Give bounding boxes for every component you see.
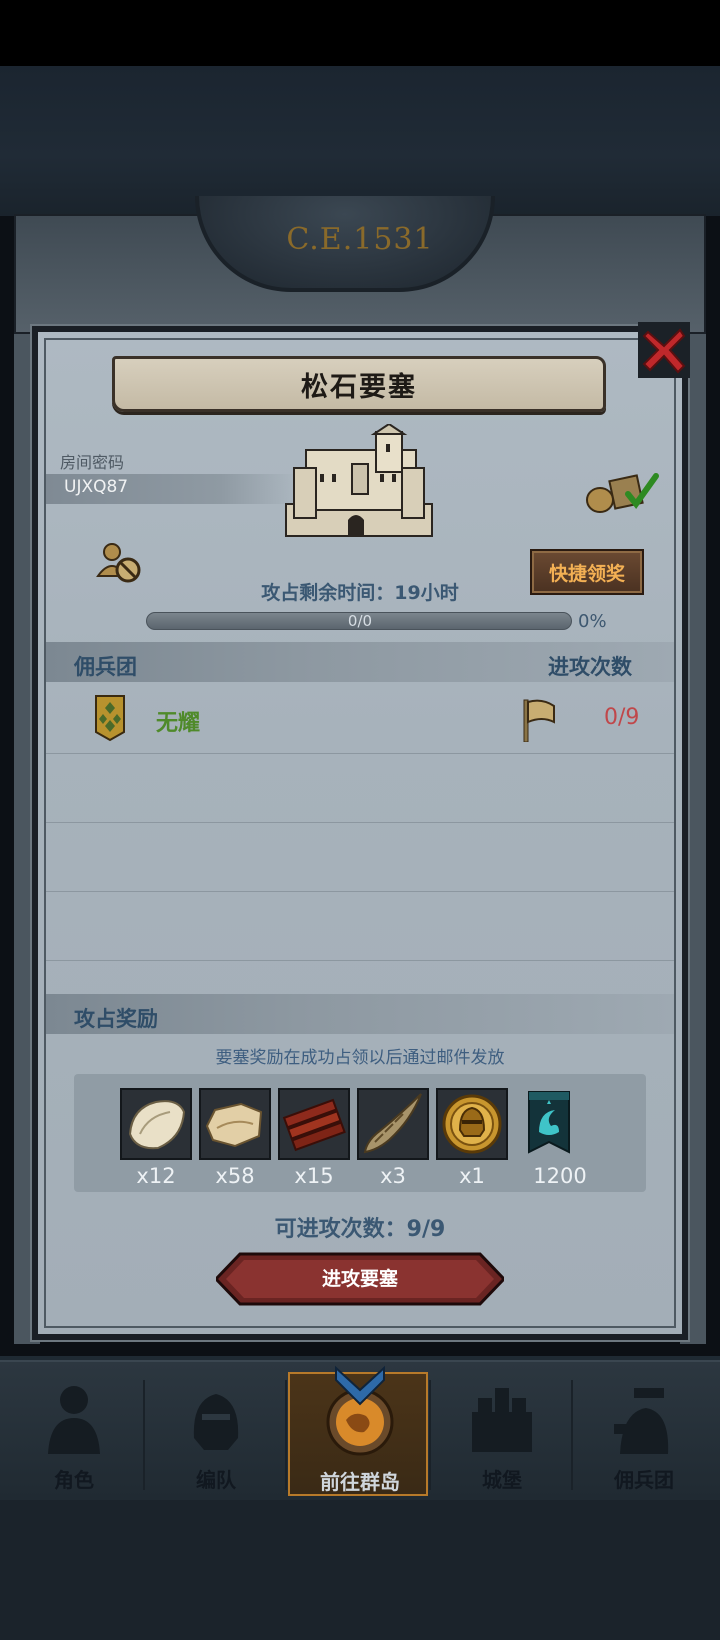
top-black-bar [0,0,720,66]
flag-icon [523,699,555,742]
mercenary-row[interactable] [46,686,674,754]
title-banner: 松石要塞 [112,356,606,412]
nav-label: 编队 [196,1468,236,1492]
close-button[interactable] [638,322,690,378]
reward-qty: x1 [459,1164,485,1188]
knight-helmet-coin-icon [442,1094,502,1154]
fur-pelt-icon [128,1100,186,1150]
active-chevron-icon [335,1365,385,1406]
reward-slot[interactable] [436,1088,508,1160]
character-icon [48,1386,100,1454]
nav-label: 前往群岛 [320,1470,400,1494]
wood-planks-icon [282,1098,346,1152]
nav-divider [571,1380,573,1490]
reward-qty: x58 [215,1164,255,1188]
reward-slot[interactable] [357,1088,429,1160]
mercenary-icon [614,1388,669,1454]
reward-slot[interactable] [120,1088,192,1160]
nav-divider [429,1380,431,1490]
nav-item-character[interactable]: 角色 [4,1372,144,1496]
progress-count-row: 0/0 [0,612,720,630]
attack-fortress-button[interactable]: 进攻要塞 [216,1252,504,1306]
attack-button-label: 进攻要塞 [321,1268,398,1290]
nav-label: 角色 [54,1468,94,1492]
empty-row [46,755,674,823]
room-code[interactable]: UJXQ87 [64,477,128,497]
room-password-label: 房间密码 [60,453,125,472]
empty-row [46,824,674,892]
progress-percent: 0% [578,611,607,632]
nav-divider [285,1380,287,1490]
mercenary-column-header: 佣兵团 [74,655,137,679]
reward-qty: x12 [136,1164,176,1188]
attacks-remaining: 可进攻次数：9/9 [274,1217,446,1242]
attack-count-column-header: 进攻次数 [548,655,632,679]
formation-icon [193,1394,239,1450]
time-remaining: 攻占剩余时间：19小时 [261,582,459,604]
guild-attack-count: 0/9 [604,705,640,730]
reward-title: 攻占奖励 [74,1007,158,1031]
nav-label: 城堡 [482,1468,522,1492]
guild-name: 无耀 [156,711,201,736]
reward-note: 要塞奖励在成功占领以后通过邮件发放 [215,1048,505,1068]
nav-divider [143,1380,145,1490]
nav-item-mercenary[interactable]: 佣兵团 [574,1372,714,1496]
reward-slot[interactable] [278,1088,350,1160]
progress-count: 0/0 [347,612,373,630]
close-icon [638,322,690,378]
nav-item-formation[interactable]: 编队 [146,1372,286,1496]
hide-icon [205,1102,263,1148]
empty-row [46,893,674,961]
castle-icon [472,1388,532,1452]
reward-qty: 1200 [533,1164,587,1188]
reward-slot[interactable] [199,1088,271,1160]
era-label: C.E.1531 [286,222,434,257]
nav-label: 佣兵团 [614,1468,674,1492]
loot-check-icon [586,473,659,513]
fortress-title: 松石要塞 [301,371,417,403]
fortress-castle-icon [285,424,433,537]
guild-shield-icon [95,695,125,742]
nav-item-castle[interactable]: 城堡 [432,1372,572,1496]
horn-icon [363,1093,422,1154]
background-upper [0,66,720,216]
banner-token-icon [528,1091,570,1154]
bottom-bar [0,1500,720,1640]
reward-slot[interactable] [515,1088,587,1160]
reward-qty: x3 [380,1164,406,1188]
reward-qty: x15 [294,1164,334,1188]
